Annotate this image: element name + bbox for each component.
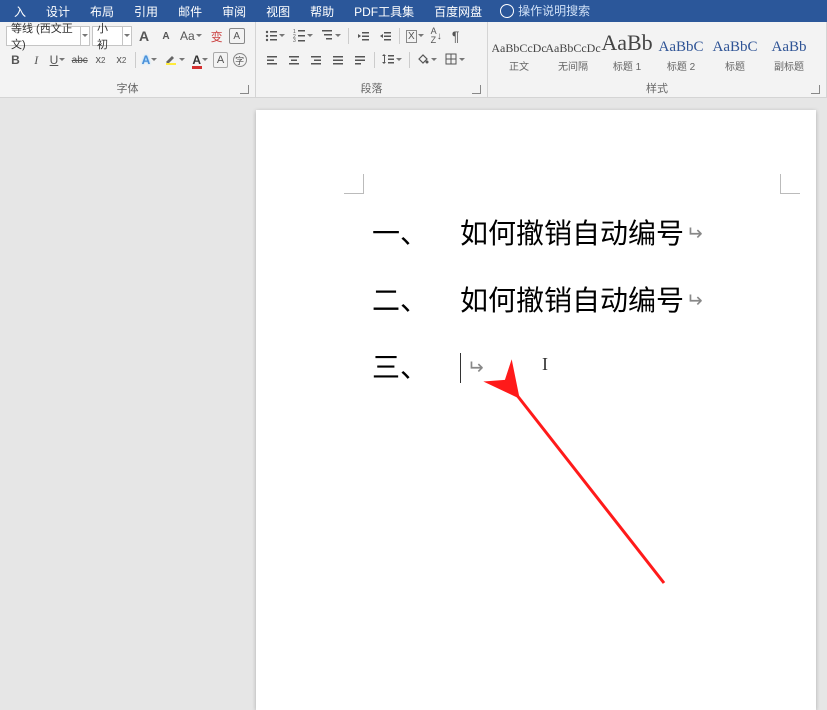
text-caret (460, 353, 461, 383)
align-left-button[interactable] (262, 50, 282, 70)
distributed-button[interactable] (350, 50, 370, 70)
highlighter-icon (164, 52, 178, 69)
doc-line-2[interactable]: 二、如何撤销自动编号↵ (372, 267, 703, 334)
numbering-icon: 123 (292, 28, 306, 45)
change-case-button[interactable]: Aa (178, 26, 205, 46)
font-color-button[interactable]: A (190, 50, 211, 70)
styles-group-label: 样式 (492, 78, 822, 97)
paragraph-group: 123 X AZ↓ ¶ (256, 22, 488, 97)
workspace: 一、如何撤销自动编号↵二、如何撤销自动编号↵三、↵ I (0, 98, 827, 609)
shading-button[interactable] (414, 50, 440, 70)
text-effects-button[interactable]: A (140, 50, 161, 70)
increase-indent-button[interactable] (375, 26, 395, 46)
asian-layout-button[interactable]: X (404, 26, 427, 46)
menu-references[interactable]: 引用 (124, 3, 168, 20)
show-marks-button[interactable]: ¶ (446, 26, 466, 46)
separator (409, 52, 410, 68)
document-content[interactable]: 一、如何撤销自动编号↵二、如何撤销自动编号↵三、↵ (372, 200, 703, 402)
bold-button[interactable]: B (6, 50, 25, 70)
font-group: 等线 (西文正文) 小初 A A Aa 变 A B I U abc x2 x2 (0, 22, 256, 97)
numbering-button[interactable]: 123 (290, 26, 316, 46)
decrease-indent-button[interactable] (353, 26, 373, 46)
bucket-icon (416, 52, 430, 69)
underline-button[interactable]: U (48, 50, 69, 70)
bullets-button[interactable] (262, 26, 288, 46)
style-item-5[interactable]: AaBb副标题 (762, 24, 816, 76)
align-center-button[interactable] (284, 50, 304, 70)
paragraph-mark-icon: ↵ (686, 277, 703, 325)
sort-button[interactable]: AZ↓ (429, 26, 444, 46)
margin-corner-icon (780, 174, 800, 194)
svg-text:3: 3 (293, 38, 296, 42)
char-border-button[interactable]: A (229, 28, 245, 44)
text-cursor-icon: I (542, 354, 548, 375)
menu-view[interactable]: 视图 (256, 3, 300, 20)
style-item-1[interactable]: AaBbCcDc无间隔 (546, 24, 600, 76)
style-item-0[interactable]: AaBbCcDc正文 (492, 24, 546, 76)
align-right-button[interactable] (306, 50, 326, 70)
style-gallery[interactable]: AaBbCcDc正文AaBbCcDc无间隔AaBb标题 1AaBbC标题 2Aa… (492, 24, 822, 76)
grow-font-button[interactable]: A (134, 26, 154, 46)
menu-mailings[interactable]: 邮件 (168, 3, 212, 20)
style-item-4[interactable]: AaBbC标题 (708, 24, 762, 76)
menu-bar: 入 设计 布局 引用 邮件 审阅 视图 帮助 PDF工具集 百度网盘 (0, 0, 827, 22)
menu-review[interactable]: 审阅 (212, 3, 256, 20)
separator (399, 28, 400, 44)
font-group-label: 字体 (4, 78, 251, 97)
highlight-button[interactable] (162, 50, 188, 70)
ribbon: 等线 (西文正文) 小初 A A Aa 变 A B I U abc x2 x2 (0, 22, 827, 98)
enclose-char-button[interactable]: 字 (230, 50, 249, 70)
line-spacing-button[interactable] (379, 50, 405, 70)
separator (348, 28, 349, 44)
doc-line-3[interactable]: 三、↵ (372, 334, 703, 401)
justify-button[interactable] (328, 50, 348, 70)
document-page[interactable]: 一、如何撤销自动编号↵二、如何撤销自动编号↵三、↵ I (256, 110, 816, 710)
separator (135, 52, 136, 68)
menu-help[interactable]: 帮助 (300, 3, 344, 20)
margin-corner-icon (344, 174, 364, 194)
multilevel-list-button[interactable] (318, 26, 344, 46)
bullets-icon (264, 28, 278, 45)
borders-button[interactable] (442, 50, 468, 70)
menu-layout[interactable]: 布局 (80, 3, 124, 20)
tell-me-search[interactable] (492, 4, 606, 18)
shrink-font-button[interactable]: A (156, 26, 176, 46)
lightbulb-icon (500, 4, 514, 18)
style-item-2[interactable]: AaBb标题 1 (600, 24, 654, 76)
subscript-button[interactable]: x2 (91, 50, 110, 70)
search-input[interactable] (518, 4, 598, 18)
superscript-button[interactable]: x2 (112, 50, 131, 70)
style-item-3[interactable]: AaBbC标题 2 (654, 24, 708, 76)
menu-pdf-tools[interactable]: PDF工具集 (344, 3, 424, 20)
styles-group: AaBbCcDc正文AaBbCcDc无间隔AaBb标题 1AaBbC标题 2Aa… (488, 22, 827, 97)
menu-design[interactable]: 设计 (36, 3, 80, 20)
phonetic-guide-button[interactable]: 变 (207, 26, 227, 46)
font-name-combo[interactable]: 等线 (西文正文) (6, 26, 90, 46)
paragraph-mark-icon: ↵ (467, 344, 484, 392)
doc-line-1[interactable]: 一、如何撤销自动编号↵ (372, 200, 703, 267)
separator (374, 52, 375, 68)
strikethrough-button[interactable]: abc (70, 50, 89, 70)
paragraph-mark-icon: ↵ (686, 210, 703, 258)
multilevel-icon (320, 28, 334, 45)
paragraph-group-label: 段落 (260, 78, 483, 97)
menu-baidu-netdisk[interactable]: 百度网盘 (424, 3, 492, 20)
menu-insert[interactable]: 入 (4, 3, 36, 20)
font-size-combo[interactable]: 小初 (92, 26, 132, 46)
italic-button[interactable]: I (27, 50, 46, 70)
line-spacing-icon (381, 52, 395, 69)
borders-icon (444, 52, 458, 69)
char-shading-button[interactable]: A (213, 52, 228, 68)
